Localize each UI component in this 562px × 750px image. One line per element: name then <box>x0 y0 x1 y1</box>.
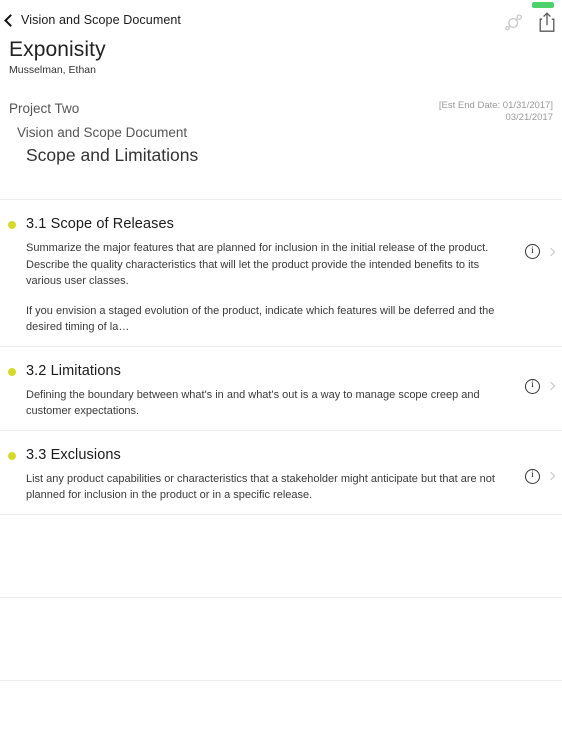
status-dot-icon <box>8 367 16 376</box>
info-circle-icon[interactable]: i <box>525 244 540 259</box>
list-item[interactable]: 3.2 Limitations Defining the boundary be… <box>0 345 562 430</box>
list-item-body: Defining the boundary between what's in … <box>26 387 500 420</box>
list-item[interactable]: 3.1 Scope of Releases Summarize the majo… <box>0 199 562 346</box>
list-item-heading: 3.1 Scope of Releases <box>26 216 174 232</box>
document-subtitle: Vision and Scope Document <box>17 125 188 140</box>
share-icon[interactable] <box>538 11 556 33</box>
project-meta-row: Project Two [Est End Date: 01/31/2017] 0… <box>0 100 562 124</box>
status-badge <box>532 2 554 8</box>
document-author: Musselman, Ethan <box>9 64 96 76</box>
section-title: Scope and Limitations <box>26 145 199 165</box>
list-item-empty[interactable] <box>0 513 562 597</box>
chevron-right-icon[interactable] <box>546 471 556 481</box>
chevron-left-icon <box>4 13 17 27</box>
list-item-actions: i <box>525 244 556 259</box>
list-item-empty[interactable] <box>0 679 562 750</box>
list-item-paragraph: Defining the boundary between what's in … <box>26 388 480 418</box>
list-item-actions: i <box>525 468 556 484</box>
list-item-actions: i <box>525 378 556 394</box>
status-dot-icon <box>8 451 16 460</box>
back-button-label: Vision and Scope Document <box>21 13 182 27</box>
current-date: 03/21/2017 <box>505 112 553 124</box>
list-item-heading: 3.3 Exclusions <box>26 446 121 463</box>
est-end-date: [Est End Date: 01/31/2017] <box>438 100 553 111</box>
chevron-right-icon[interactable] <box>546 381 556 391</box>
project-dates: [Est End Date: 01/31/2017] 03/21/2017 <box>439 100 553 124</box>
link-nodes-icon[interactable] <box>504 12 524 32</box>
list-item-paragraph: If you envision a staged evolution of th… <box>26 304 495 334</box>
list-item-body: Summarize the major features that are pl… <box>26 240 500 336</box>
project-name: Project Two <box>9 101 80 116</box>
document-viewer-page: Vision and Scope Document Exponisity Mus… <box>0 0 562 750</box>
info-circle-icon[interactable]: i <box>525 468 540 484</box>
list-item-paragraph: Summarize the major features that are pl… <box>26 242 489 287</box>
info-circle-icon[interactable]: i <box>525 378 540 394</box>
status-dot-icon <box>8 221 16 229</box>
section-list: 3.1 Scope of Releases Summarize the majo… <box>0 199 562 750</box>
page-title: Exponisity <box>9 38 106 61</box>
list-item-heading: 3.2 Limitations <box>26 362 121 379</box>
list-item-empty[interactable] <box>0 596 562 680</box>
list-item-paragraph: List any product capabilities or charact… <box>26 472 495 502</box>
list-item[interactable]: 3.3 Exclusions List any product capabili… <box>0 429 562 514</box>
nav-actions <box>504 11 556 33</box>
list-item-body: List any product capabilities or charact… <box>26 471 500 504</box>
chevron-right-icon[interactable] <box>546 247 556 256</box>
back-button[interactable]: Vision and Scope Document <box>4 13 182 27</box>
